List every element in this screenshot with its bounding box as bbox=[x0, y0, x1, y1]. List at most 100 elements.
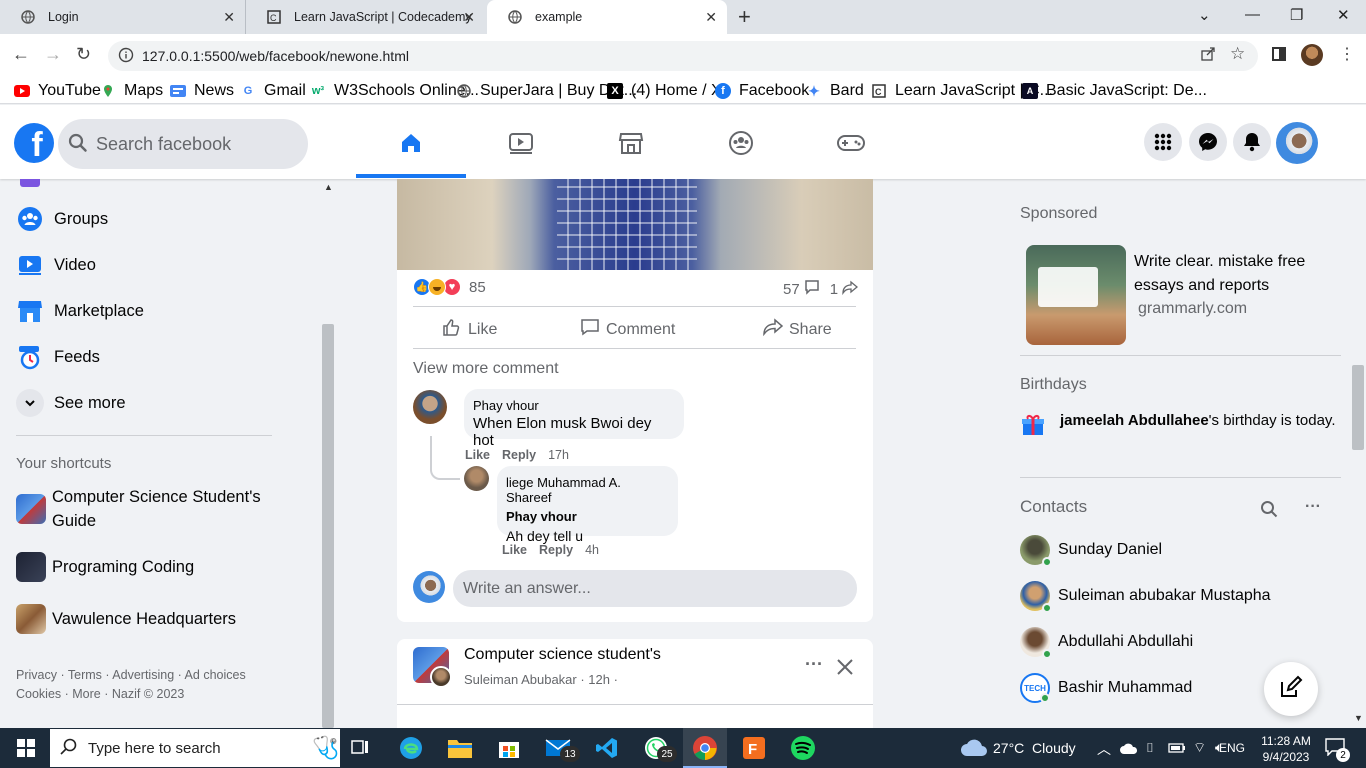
like-button[interactable]: Like bbox=[442, 318, 497, 341]
site-info-icon[interactable] bbox=[118, 47, 134, 68]
post2-group-name[interactable]: Computer science student's bbox=[464, 646, 661, 664]
tab-search-chevron-icon[interactable]: ⌄ bbox=[1198, 6, 1211, 24]
close-window-button[interactable]: ✕ bbox=[1337, 6, 1350, 24]
reply-avatar[interactable] bbox=[464, 466, 489, 491]
footer-links-2[interactable]: Cookies · More · Nazif © 2023 bbox=[16, 685, 246, 704]
sidebar-item-video[interactable]: Video bbox=[16, 251, 96, 279]
sidebar-item-marketplace[interactable]: Marketplace bbox=[16, 297, 144, 325]
close-tab-icon[interactable]: ✕ bbox=[705, 9, 717, 26]
chrome-icon[interactable] bbox=[691, 734, 719, 762]
comment-reply-link[interactable]: Reply bbox=[502, 448, 536, 462]
groups-icon[interactable] bbox=[726, 128, 756, 158]
windows-start-icon[interactable] bbox=[12, 734, 40, 762]
vscode-icon[interactable] bbox=[593, 734, 621, 762]
bookmark-gmail[interactable]: G Gmail bbox=[240, 82, 306, 100]
bookmark-maps[interactable]: Maps bbox=[100, 82, 163, 100]
tab-login[interactable]: Login ✕ bbox=[0, 0, 245, 34]
device-icon[interactable]: ⌷ bbox=[1146, 740, 1154, 756]
sidebar-scrollbar-thumb[interactable] bbox=[322, 324, 334, 728]
fl-studio-icon[interactable]: F bbox=[740, 734, 768, 762]
facebook-logo-icon[interactable]: f bbox=[14, 123, 54, 163]
author-avatar[interactable] bbox=[430, 666, 452, 688]
battery-icon[interactable] bbox=[1168, 741, 1186, 759]
shortcut-programing-coding[interactable]: Programing Coding bbox=[16, 552, 194, 582]
contact-item[interactable]: Suleiman abubakar Mustapha bbox=[1020, 581, 1271, 613]
clock[interactable]: 11:28 AM 9/4/2023 bbox=[1256, 733, 1316, 765]
wifi-icon[interactable]: ⌔ bbox=[1193, 739, 1206, 757]
video-watch-icon[interactable] bbox=[506, 128, 536, 158]
home-icon[interactable] bbox=[396, 128, 426, 158]
marketplace-icon[interactable] bbox=[616, 128, 646, 158]
contact-item[interactable]: TECH Bashir Muhammad bbox=[1020, 673, 1192, 703]
ad-image[interactable] bbox=[1026, 245, 1126, 345]
scroll-down-arrow-icon[interactable]: ▼ bbox=[1354, 713, 1363, 723]
reply-like-link[interactable]: Like bbox=[502, 543, 527, 557]
reactions-summary[interactable]: 👍 ♥ 85 bbox=[413, 278, 486, 296]
ad-domain[interactable]: grammarly.com bbox=[1138, 300, 1247, 318]
scroll-up-arrow-icon[interactable]: ▲ bbox=[324, 182, 333, 192]
hidden-icons-chevron-icon[interactable]: ︿ bbox=[1097, 739, 1111, 759]
account-avatar[interactable] bbox=[1276, 122, 1318, 164]
reply-author[interactable]: liege Muhammad A. Shareef bbox=[506, 475, 669, 505]
contact-item[interactable]: Sunday Daniel bbox=[1020, 535, 1162, 567]
shortcut-vawulence[interactable]: Vawulence Headquarters bbox=[16, 604, 236, 634]
birthday-name[interactable]: jameelah Abdullahee bbox=[1060, 412, 1209, 429]
spotify-icon[interactable] bbox=[789, 734, 817, 762]
weather-text[interactable]: 27°C Cloudy bbox=[993, 740, 1076, 756]
bookmark-star-icon[interactable]: ☆ bbox=[1230, 44, 1245, 64]
bookmark-youtube[interactable]: YouTube bbox=[14, 82, 101, 100]
sidebar-item-feeds[interactable]: Feeds bbox=[16, 343, 100, 371]
weather-cloud-icon[interactable] bbox=[960, 739, 988, 762]
footer-links[interactable]: Privacy · Terms · Advertising · Ad choic… bbox=[16, 666, 246, 685]
search-input[interactable]: Search facebook bbox=[58, 119, 308, 169]
post2-author-line[interactable]: Suleiman Abubakar · 12h · bbox=[464, 672, 618, 687]
bookmark-facebook[interactable]: f Facebook bbox=[715, 82, 809, 100]
contacts-options-icon[interactable]: ··· bbox=[1305, 498, 1321, 516]
notifications-bell-icon[interactable] bbox=[1233, 123, 1271, 161]
minimize-button[interactable]: — bbox=[1245, 6, 1260, 23]
bookmark-bard[interactable]: ✦ Bard bbox=[806, 82, 864, 100]
messenger-icon[interactable] bbox=[1189, 123, 1227, 161]
shortcut-cs-guide[interactable]: Computer Science Student's Guide bbox=[16, 485, 286, 533]
forward-arrow-icon[interactable]: → bbox=[44, 44, 62, 65]
menu-kebab-icon[interactable]: ⋮ bbox=[1339, 44, 1355, 64]
language-indicator[interactable]: ENG bbox=[1219, 741, 1245, 755]
post-options-icon[interactable]: ··· bbox=[805, 654, 823, 675]
close-tab-icon[interactable]: ✕ bbox=[223, 9, 235, 26]
back-arrow-icon[interactable]: ← bbox=[12, 44, 30, 65]
reply-reply-link[interactable]: Reply bbox=[539, 543, 573, 557]
new-message-button[interactable] bbox=[1264, 662, 1318, 716]
tab-example[interactable]: example ✕ bbox=[487, 0, 727, 34]
side-panel-icon[interactable] bbox=[1272, 47, 1286, 61]
page-scrollbar-thumb[interactable] bbox=[1352, 365, 1364, 450]
bookmark-basic-js[interactable]: A Basic JavaScript: De... bbox=[1022, 82, 1207, 100]
view-more-comments-link[interactable]: View more comment bbox=[413, 360, 559, 378]
comment-author[interactable]: Phay vhour bbox=[473, 398, 675, 413]
commenter-avatar[interactable] bbox=[413, 390, 447, 424]
tab-codecademy[interactable]: C Learn JavaScript | Codecademy ✕ bbox=[245, 0, 485, 34]
share-button[interactable]: Share bbox=[763, 318, 832, 341]
contact-item[interactable]: Abdullahi Abdullahi bbox=[1020, 627, 1193, 659]
menu-grid-icon[interactable] bbox=[1144, 123, 1182, 161]
reply-mention[interactable]: Phay vhour bbox=[506, 509, 669, 524]
new-tab-button[interactable]: + bbox=[738, 4, 751, 30]
reload-icon[interactable]: ↻ bbox=[76, 44, 91, 65]
contacts-search-icon[interactable] bbox=[1260, 500, 1278, 523]
microsoft-store-icon[interactable] bbox=[495, 734, 523, 762]
bookmark-w3schools[interactable]: w³ W3Schools Online... bbox=[310, 82, 479, 100]
bookmark-news[interactable]: News bbox=[170, 82, 234, 100]
onedrive-cloud-icon[interactable] bbox=[1120, 742, 1138, 760]
comment-button[interactable]: Comment bbox=[580, 318, 675, 341]
sidebar-item-see-more[interactable]: See more bbox=[16, 389, 126, 417]
file-explorer-icon[interactable] bbox=[446, 734, 474, 762]
taskbar-search[interactable]: Type here to search 🩺 bbox=[50, 729, 340, 767]
close-tab-icon[interactable]: ✕ bbox=[463, 9, 475, 26]
close-post-icon[interactable] bbox=[835, 657, 855, 682]
comment-like-link[interactable]: Like bbox=[465, 448, 490, 462]
ad-headline[interactable]: Write clear. mistake free essays and rep… bbox=[1134, 250, 1324, 298]
url-bar[interactable]: 127.0.0.1:5500/web/facebook/newone.html bbox=[108, 41, 1258, 71]
bookmark-x[interactable]: X (4) Home / X bbox=[607, 82, 722, 100]
comments-shares-count[interactable]: 57 1 bbox=[783, 279, 859, 299]
edge-browser-icon[interactable] bbox=[397, 734, 425, 762]
maximize-button[interactable]: ❐ bbox=[1290, 6, 1303, 24]
